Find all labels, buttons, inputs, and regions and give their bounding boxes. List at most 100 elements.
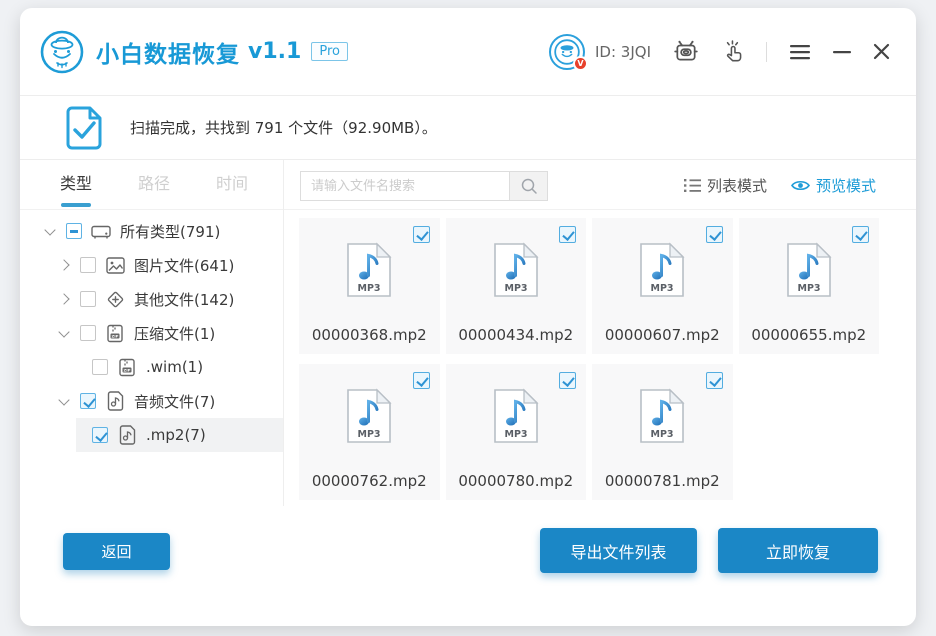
tab-type[interactable]: 类型 — [60, 160, 92, 210]
tree-checkbox[interactable] — [80, 291, 96, 307]
file-card[interactable]: MP3 00000780.mp2 — [446, 364, 587, 500]
tree-checkbox[interactable] — [92, 427, 108, 443]
file-name-label: 00000607.mp2 — [592, 326, 733, 344]
tree-checkbox[interactable] — [80, 325, 96, 341]
file-checkbox[interactable] — [559, 372, 576, 389]
mp3-file-icon: MP3 — [493, 242, 539, 298]
user-id-label: ID: 3JQI — [595, 43, 651, 61]
app-logo-icon — [40, 30, 84, 74]
tree-row[interactable]: ZIP 压缩文件(1) — [20, 316, 283, 350]
file-card[interactable]: MP3 00000781.mp2 — [592, 364, 733, 500]
tree-checkbox[interactable] — [80, 257, 96, 273]
back-button[interactable]: 返回 — [63, 533, 170, 570]
close-button[interactable] — [873, 43, 890, 60]
view-mode-toggles: 列表模式 预览模式 — [684, 160, 876, 210]
chevron-icon[interactable] — [44, 224, 55, 235]
file-card[interactable]: MP3 00000368.mp2 — [299, 218, 440, 354]
svg-text:MP3: MP3 — [651, 429, 674, 440]
file-grid: MP3 00000368.mp2 MP3 00000434.mp2 — [299, 218, 879, 500]
svg-text:MP3: MP3 — [504, 429, 527, 440]
tree-row-label: 图片文件(641) — [134, 255, 234, 276]
tree-checkbox[interactable] — [80, 393, 96, 409]
chevron-icon[interactable] — [58, 326, 69, 337]
version-label: v1.1 — [248, 39, 301, 64]
svg-text:MP3: MP3 — [358, 429, 381, 440]
file-name-label: 00000780.mp2 — [446, 472, 587, 490]
file-card[interactable]: MP3 00000655.mp2 — [739, 218, 880, 354]
tree-row[interactable]: ZIP 其他文件(142) — [20, 282, 283, 316]
user-avatar[interactable]: V — [549, 34, 585, 70]
minimize-button[interactable] — [833, 50, 851, 54]
header: 小白数据恢复 v1.1 Pro V ID: 3JQI — [20, 8, 916, 96]
tree-row[interactable]: ZIP .wim(1) — [20, 350, 283, 384]
svg-text:MP3: MP3 — [651, 283, 674, 294]
preview-mode-button[interactable]: 预览模式 — [791, 175, 876, 196]
chevron-icon[interactable] — [58, 293, 69, 304]
file-checkbox[interactable] — [852, 226, 869, 243]
chevron-icon[interactable] — [58, 394, 69, 405]
drive-icon — [91, 223, 111, 240]
file-checkbox[interactable] — [413, 372, 430, 389]
scan-status-message: 扫描完成，共找到 791 个文件（92.90MB）。 — [130, 117, 437, 138]
search-button[interactable] — [509, 172, 547, 200]
file-name-label: 00000781.mp2 — [592, 472, 733, 490]
file-card[interactable]: MP3 00000434.mp2 — [446, 218, 587, 354]
zip-file-icon: ZIP — [118, 358, 136, 377]
mp3-file-icon: MP3 — [493, 388, 539, 444]
tab-time[interactable]: 时间 — [216, 160, 248, 210]
list-mode-label: 列表模式 — [707, 175, 767, 196]
tree-row[interactable]: ZIP 所有类型(791) — [20, 214, 283, 248]
vip-badge: V — [573, 56, 588, 71]
pro-badge: Pro — [311, 42, 348, 61]
mp3-file-icon: MP3 — [639, 388, 685, 444]
file-checkbox[interactable] — [413, 226, 430, 243]
file-name-label: 00000655.mp2 — [739, 326, 880, 344]
file-checkbox[interactable] — [706, 372, 723, 389]
tree-row[interactable]: ZIP 音频文件(7) — [20, 384, 283, 418]
search-icon — [520, 177, 538, 195]
tree-row[interactable]: ZIP .mp2(7) — [76, 418, 283, 452]
eye-icon — [791, 179, 810, 192]
svg-text:MP3: MP3 — [358, 283, 381, 294]
audio-file-icon — [107, 391, 124, 411]
tree-row-label: 压缩文件(1) — [134, 323, 215, 344]
tree-row-label: .mp2(7) — [146, 426, 206, 444]
robot-service-button[interactable] — [673, 39, 699, 65]
hand-click-button[interactable] — [721, 39, 746, 64]
tree-row-label: 所有类型(791) — [120, 221, 220, 242]
svg-text:ZIP: ZIP — [124, 367, 131, 372]
file-card[interactable]: MP3 00000607.mp2 — [592, 218, 733, 354]
document-check-icon — [64, 105, 104, 151]
mp3-file-icon: MP3 — [346, 388, 392, 444]
search-box — [300, 171, 548, 201]
tree-checkbox[interactable] — [66, 223, 82, 239]
tree-checkbox[interactable] — [92, 359, 108, 375]
mp3-file-icon: MP3 — [346, 242, 392, 298]
search-input[interactable] — [301, 172, 509, 200]
file-card[interactable]: MP3 00000762.mp2 — [299, 364, 440, 500]
tree-row-label: 音频文件(7) — [134, 391, 215, 412]
svg-text:MP3: MP3 — [504, 283, 527, 294]
sidebar-tabs: 类型 路径 时间 — [60, 160, 248, 210]
list-mode-button[interactable]: 列表模式 — [684, 175, 767, 196]
export-file-list-button[interactable]: 导出文件列表 — [540, 528, 697, 573]
file-checkbox[interactable] — [706, 226, 723, 243]
header-divider — [766, 42, 767, 62]
list-icon — [684, 178, 701, 193]
svg-text:ZIP: ZIP — [112, 333, 119, 338]
other-file-icon — [106, 290, 125, 309]
tree-row-label: 其他文件(142) — [134, 289, 234, 310]
menu-button[interactable] — [789, 44, 811, 60]
file-type-tree: ZIP 所有类型(791) — [20, 214, 283, 452]
tab-path[interactable]: 路径 — [138, 160, 170, 210]
file-name-label: 00000368.mp2 — [299, 326, 440, 344]
mp3-file-icon: MP3 — [639, 242, 685, 298]
file-name-label: 00000434.mp2 — [446, 326, 587, 344]
svg-text:MP3: MP3 — [797, 283, 820, 294]
tree-row[interactable]: ZIP 图片文件(641) — [20, 248, 283, 282]
app-window: 小白数据恢复 v1.1 Pro V ID: 3JQI — [20, 8, 916, 626]
recover-now-button[interactable]: 立即恢复 — [718, 528, 878, 573]
file-checkbox[interactable] — [559, 226, 576, 243]
audio-file-icon — [119, 425, 136, 445]
chevron-icon[interactable] — [58, 259, 69, 270]
